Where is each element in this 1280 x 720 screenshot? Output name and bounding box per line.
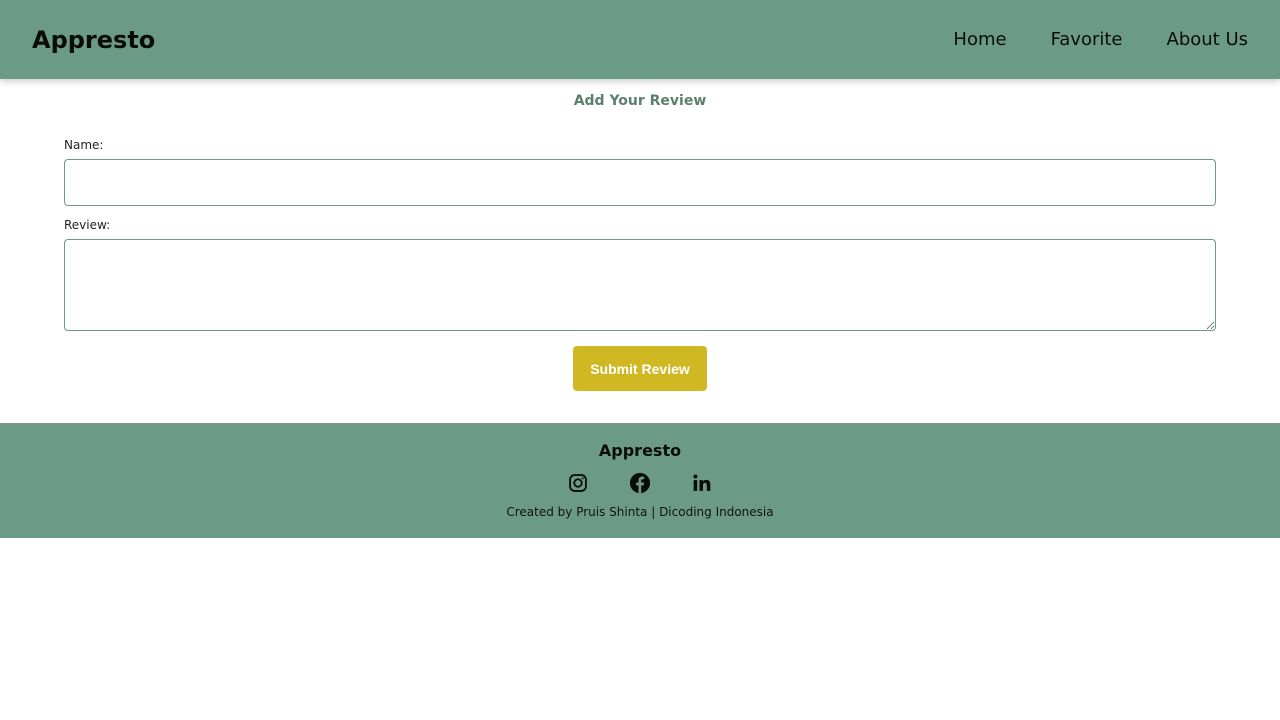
submit-review-button[interactable]: Submit Review <box>573 346 707 391</box>
review-textarea[interactable] <box>64 239 1216 331</box>
footer: Appresto Created by Pruis Shinta | Dicod… <box>0 423 1280 538</box>
instagram-link[interactable] <box>567 471 589 495</box>
form-title: Add Your Review <box>573 93 707 109</box>
name-input[interactable] <box>64 159 1216 206</box>
social-links <box>0 471 1280 495</box>
top-navbar: Appresto Home Favorite About Us <box>0 0 1280 79</box>
review-form: Add Your Review Name: Review: Submit Rev… <box>0 79 1280 423</box>
main-nav: Home Favorite About Us <box>953 29 1248 50</box>
name-label: Name: <box>64 138 104 152</box>
linkedin-icon <box>693 474 711 491</box>
review-label: Review: <box>64 218 111 232</box>
footer-credit: Created by Pruis Shinta | Dicoding Indon… <box>506 505 774 519</box>
nav-link-about-us[interactable]: About Us <box>1167 29 1249 50</box>
facebook-link[interactable] <box>629 471 651 495</box>
facebook-icon <box>629 472 651 494</box>
nav-link-home[interactable]: Home <box>953 29 1006 50</box>
nav-link-favorite[interactable]: Favorite <box>1051 29 1123 50</box>
linkedin-link[interactable] <box>691 471 713 495</box>
brand-logo-text[interactable]: Appresto <box>32 26 155 54</box>
footer-brand: Appresto <box>598 441 682 460</box>
instagram-icon <box>569 474 587 492</box>
